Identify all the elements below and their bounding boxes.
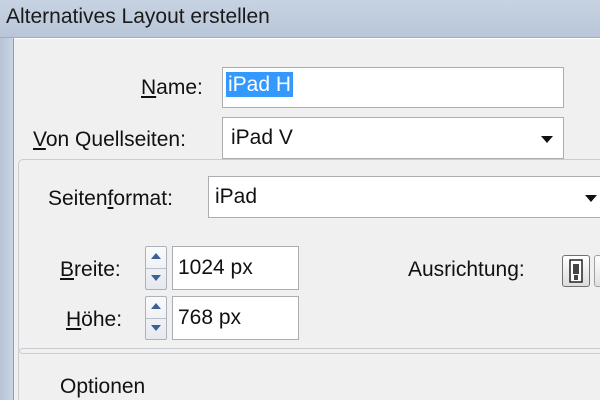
portrait-orientation-icon xyxy=(569,259,583,283)
window-frame-left xyxy=(0,38,14,400)
name-input[interactable]: iPad H xyxy=(222,67,564,108)
width-label: Breite: xyxy=(60,258,121,281)
width-input-value: 1024 px xyxy=(178,256,253,279)
source-pages-dropdown[interactable]: iPad V xyxy=(222,117,564,159)
portrait-orientation-button[interactable] xyxy=(562,255,590,287)
chevron-down-icon xyxy=(585,195,597,202)
chevron-down-icon xyxy=(541,136,553,143)
source-pages-label: Von Quellseiten: xyxy=(33,128,186,151)
page-format-label: Seitenformat: xyxy=(48,187,173,210)
page-format-selected: iPad xyxy=(215,185,258,208)
page-format-dropdown[interactable]: iPad xyxy=(208,176,600,218)
height-stepper[interactable] xyxy=(145,296,167,340)
arrow-up-icon xyxy=(151,303,161,309)
window-titlebar[interactable]: Alternatives Layout erstellen xyxy=(0,0,600,38)
arrow-up-icon xyxy=(151,253,161,259)
height-increment-button[interactable] xyxy=(146,297,166,319)
landscape-orientation-button[interactable] xyxy=(594,255,600,287)
width-input[interactable]: 1024 px xyxy=(172,246,299,290)
arrow-down-icon xyxy=(151,325,161,331)
height-decrement-button[interactable] xyxy=(146,318,166,339)
height-label: Höhe: xyxy=(66,308,123,331)
source-pages-selected: iPad V xyxy=(231,126,293,149)
name-input-value: iPad H xyxy=(226,72,294,97)
arrow-down-icon xyxy=(151,275,161,281)
height-input-value: 768 px xyxy=(178,306,242,329)
options-label: Optionen xyxy=(60,375,146,398)
window-title: Alternatives Layout erstellen xyxy=(6,5,270,28)
width-decrement-button[interactable] xyxy=(146,268,166,289)
height-input[interactable]: 768 px xyxy=(172,296,299,340)
name-label: Name: xyxy=(141,76,203,99)
width-stepper[interactable] xyxy=(145,246,167,290)
orientation-label: Ausrichtung: xyxy=(408,258,525,281)
width-increment-button[interactable] xyxy=(146,247,166,269)
